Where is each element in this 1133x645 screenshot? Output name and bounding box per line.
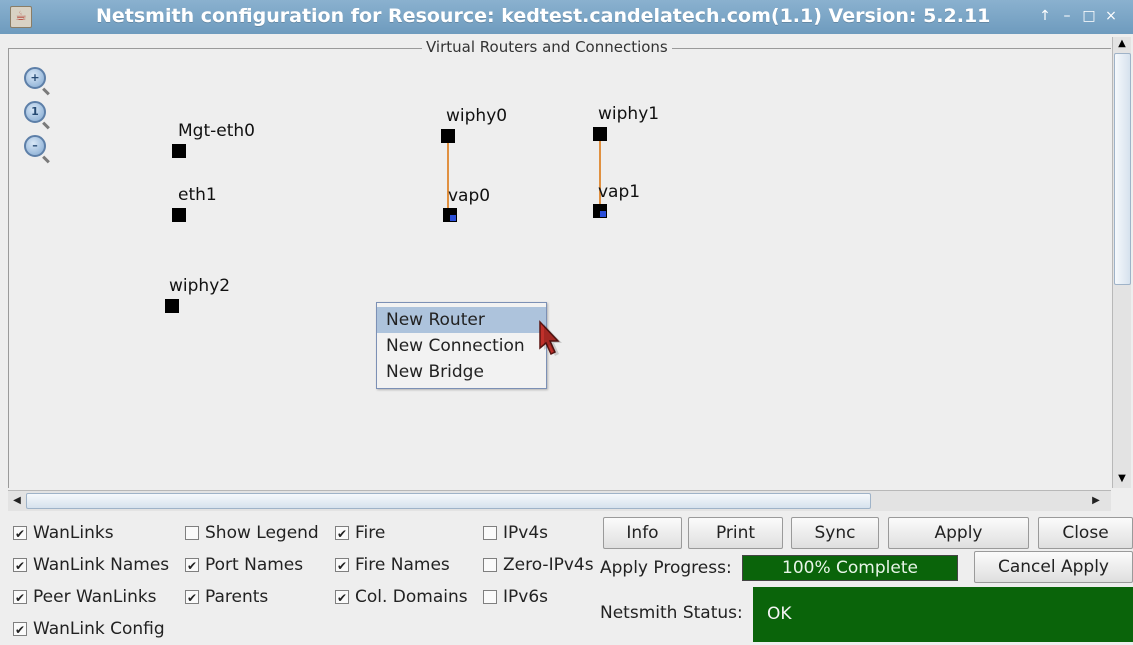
node-label: vap0: [448, 186, 491, 206]
checkbox-label: Port Names: [205, 555, 304, 575]
checkbox-wanlink-names[interactable]: ✔ WanLink Names: [13, 555, 169, 575]
apply-button[interactable]: Apply: [888, 517, 1029, 549]
always-on-top-icon[interactable]: ↑: [1036, 7, 1054, 25]
checkbox-ipv6s[interactable]: IPv6s: [483, 587, 548, 607]
node-label: wiphy1: [598, 104, 660, 124]
node-wiphy0[interactable]: [441, 129, 455, 143]
checkbox-box[interactable]: [483, 526, 497, 540]
checkbox-box[interactable]: ✔: [13, 590, 27, 605]
cancel-apply-button[interactable]: Cancel Apply: [974, 551, 1133, 583]
zoom-in-icon[interactable]: +: [24, 67, 46, 89]
checkbox-label: Zero-IPv4s: [503, 555, 594, 575]
zoom-out-icon[interactable]: –: [24, 135, 46, 157]
group-title: Virtual Routers and Connections: [422, 38, 672, 56]
port-indicator: [600, 211, 606, 217]
checkbox-label: Peer WanLinks: [33, 587, 157, 607]
window-titlebar[interactable]: ☕ Netsmith configuration for Resource: k…: [0, 0, 1133, 34]
node-label: Mgt-eth0: [178, 121, 255, 141]
checkbox-box[interactable]: [483, 558, 497, 572]
checkbox-ipv4s[interactable]: IPv4s: [483, 523, 548, 543]
info-button[interactable]: Info: [603, 517, 682, 549]
scroll-left-icon[interactable]: ◀: [10, 493, 24, 509]
apply-progress-bar: 100% Complete: [742, 555, 958, 581]
netsmith-status-label: Netsmith Status:: [600, 603, 743, 623]
checkbox-box[interactable]: [483, 590, 497, 604]
node-vap1[interactable]: [593, 204, 607, 218]
horizontal-scroll-thumb[interactable]: [26, 493, 871, 509]
checkbox-label: Fire: [355, 523, 386, 543]
node-label: wiphy0: [446, 106, 508, 126]
menu-item-new-connection[interactable]: New Connection: [377, 333, 546, 359]
sync-button[interactable]: Sync: [791, 517, 879, 549]
checkbox-fire[interactable]: ✔ Fire: [335, 523, 385, 543]
checkbox-fire-names[interactable]: ✔ Fire Names: [335, 555, 450, 575]
checkbox-box[interactable]: ✔: [13, 526, 27, 541]
checkbox-label: IPv4s: [503, 523, 548, 543]
checkbox-box[interactable]: ✔: [335, 558, 349, 573]
checkbox-col-domains[interactable]: ✔ Col. Domains: [335, 587, 468, 607]
checkbox-port-names[interactable]: ✔ Port Names: [185, 555, 303, 575]
netsmith-status-value: OK: [753, 587, 1133, 642]
checkbox-box[interactable]: ✔: [13, 622, 27, 637]
checkbox-peer-wanlinks[interactable]: ✔ Peer WanLinks: [13, 587, 157, 607]
checkbox-label: Parents: [205, 587, 269, 607]
checkbox-label: IPv6s: [503, 587, 548, 607]
node-label: eth1: [178, 185, 217, 205]
node-mgt-eth0[interactable]: [172, 144, 186, 158]
checkbox-box[interactable]: ✔: [185, 590, 199, 605]
node-label: wiphy2: [169, 276, 231, 296]
apply-progress-label: Apply Progress:: [600, 558, 732, 578]
horizontal-scrollbar[interactable]: ◀ ▶: [8, 490, 1111, 511]
close-icon[interactable]: ×: [1102, 7, 1120, 25]
menu-item-new-bridge[interactable]: New Bridge: [377, 359, 546, 385]
node-eth1[interactable]: [172, 208, 186, 222]
vertical-scroll-thumb[interactable]: [1114, 53, 1131, 285]
checkbox-zero-ipv4s[interactable]: Zero-IPv4s: [483, 555, 594, 575]
menu-item-new-router[interactable]: New Router: [377, 307, 546, 333]
checkbox-label: Show Legend: [205, 523, 319, 543]
checkbox-parents[interactable]: ✔ Parents: [185, 587, 268, 607]
java-app-icon: ☕: [10, 6, 32, 28]
window-title: Netsmith configuration for Resource: ked…: [96, 5, 991, 27]
node-label: vap1: [598, 182, 641, 202]
node-wiphy1[interactable]: [593, 127, 607, 141]
network-canvas[interactable]: Virtual Routers and Connections + 1 – Mg…: [8, 37, 1111, 488]
checkbox-label: WanLink Names: [33, 555, 170, 575]
checkbox-box[interactable]: [185, 526, 199, 540]
context-menu: New Router New Connection New Bridge: [376, 302, 547, 389]
close-button[interactable]: Close: [1038, 517, 1133, 549]
scroll-right-icon[interactable]: ▶: [1089, 493, 1103, 509]
checkbox-label: WanLinks: [33, 523, 114, 543]
minimize-icon[interactable]: –: [1058, 7, 1076, 25]
print-button[interactable]: Print: [688, 517, 783, 549]
checkbox-label: WanLink Config: [33, 619, 165, 639]
scroll-down-icon[interactable]: ▼: [1114, 472, 1130, 486]
maximize-icon[interactable]: □: [1080, 7, 1098, 25]
checkbox-wanlink-config[interactable]: ✔ WanLink Config: [13, 619, 165, 639]
checkbox-label: Fire Names: [355, 555, 450, 575]
zoom-reset-icon[interactable]: 1: [24, 101, 46, 123]
node-wiphy2[interactable]: [165, 299, 179, 313]
checkbox-label: Col. Domains: [355, 587, 468, 607]
checkbox-box[interactable]: ✔: [335, 590, 349, 605]
node-vap0[interactable]: [443, 208, 457, 222]
checkbox-box[interactable]: ✔: [185, 558, 199, 573]
vertical-scrollbar[interactable]: ▲ ▼: [1112, 37, 1131, 488]
group-border-left: [8, 48, 9, 488]
checkbox-box[interactable]: ✔: [13, 558, 27, 573]
scroll-up-icon[interactable]: ▲: [1114, 37, 1130, 51]
checkbox-show-legend[interactable]: Show Legend: [185, 523, 319, 543]
checkbox-box[interactable]: ✔: [335, 526, 349, 541]
checkbox-wanlinks[interactable]: ✔ WanLinks: [13, 523, 114, 543]
mouse-pointer-icon: [539, 320, 562, 356]
port-indicator: [450, 215, 456, 221]
